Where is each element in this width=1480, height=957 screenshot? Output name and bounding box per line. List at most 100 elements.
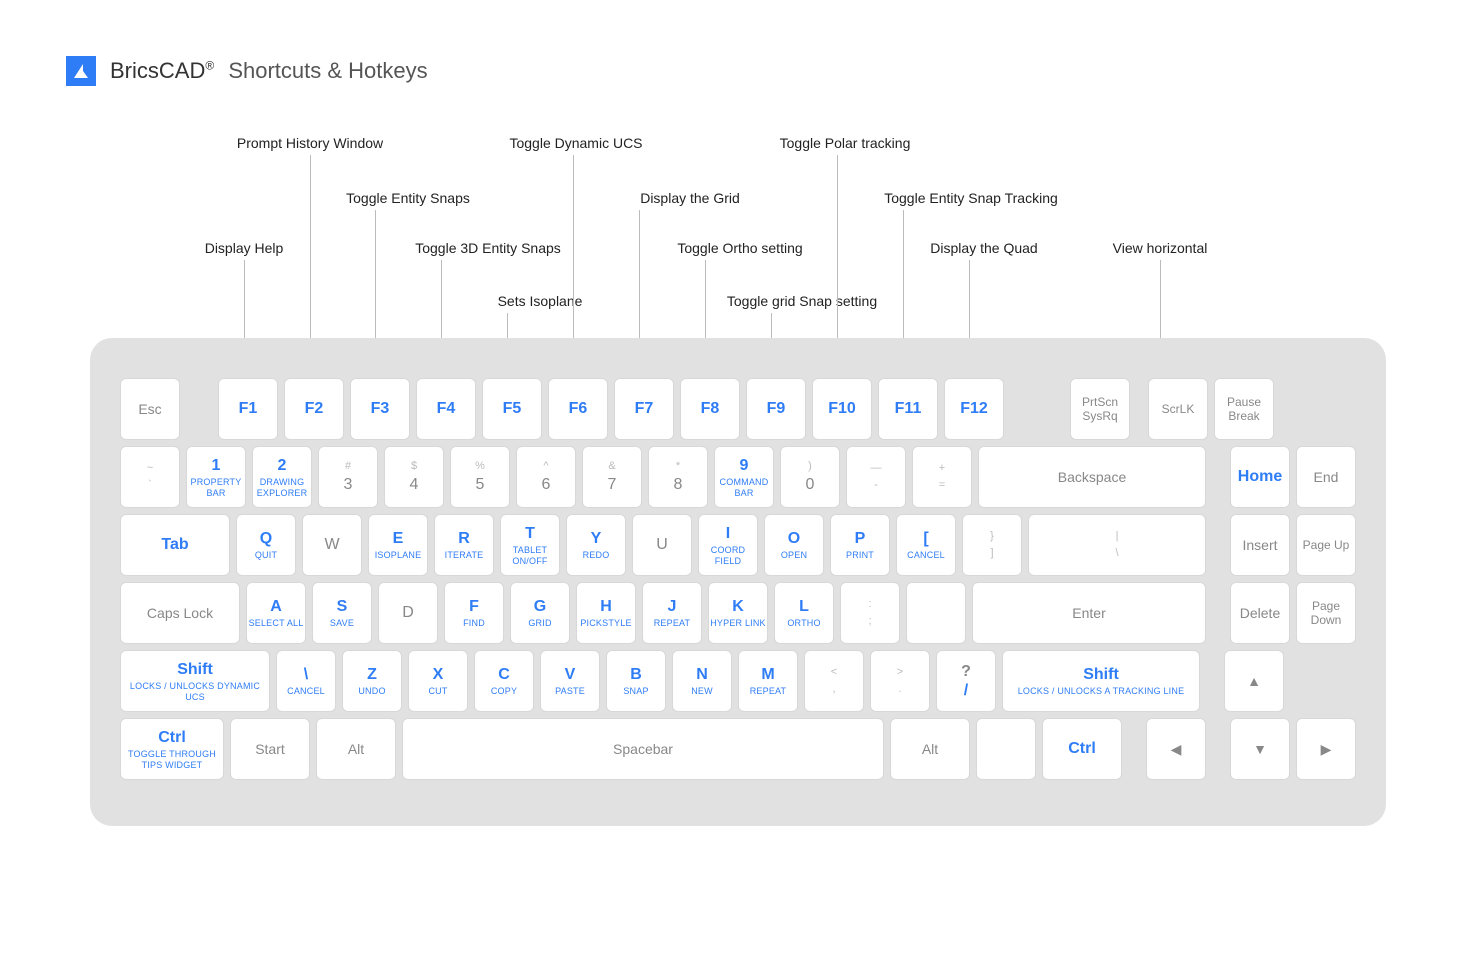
key-comma[interactable]: <,: [804, 650, 864, 712]
key-f7[interactable]: F7: [614, 378, 674, 440]
key-semicolon[interactable]: :;: [840, 582, 900, 644]
key-b[interactable]: BSNAP: [606, 650, 666, 712]
key-2[interactable]: 2DRAWING EXPLORER: [252, 446, 312, 508]
key-l[interactable]: LORTHO: [774, 582, 834, 644]
key-ctrl-left[interactable]: CtrlTOGGLE THROUGH TIPS WIDGET: [120, 718, 224, 780]
key-tab[interactable]: Tab: [120, 514, 230, 576]
key-pause[interactable]: PauseBreak: [1214, 378, 1274, 440]
key-f1[interactable]: F1: [218, 378, 278, 440]
key-x[interactable]: XCUT: [408, 650, 468, 712]
key-enter[interactable]: Enter: [972, 582, 1206, 644]
key-shift-right[interactable]: ShiftLOCKS / UNLOCKS A TRACKING LINE: [1002, 650, 1200, 712]
key-pgup[interactable]: Page Up: [1296, 514, 1356, 576]
key-minus[interactable]: —-: [846, 446, 906, 508]
key-f5[interactable]: F5: [482, 378, 542, 440]
key-menu[interactable]: [976, 718, 1036, 780]
key-d[interactable]: D: [378, 582, 438, 644]
key-insert[interactable]: Insert: [1230, 514, 1290, 576]
key-start[interactable]: Start: [230, 718, 310, 780]
key-0[interactable]: )0: [780, 446, 840, 508]
key-backslash[interactable]: |\: [1028, 514, 1206, 576]
key-iso-backslash[interactable]: \CANCEL: [276, 650, 336, 712]
arrow-right-icon: ▶: [1321, 741, 1332, 758]
key-4[interactable]: $4: [384, 446, 444, 508]
key-o[interactable]: OOPEN: [764, 514, 824, 576]
key-spacebar[interactable]: Spacebar: [402, 718, 884, 780]
key-7[interactable]: &7: [582, 446, 642, 508]
arrow-up-icon: ▲: [1247, 673, 1261, 690]
key-arrow-down[interactable]: ▼: [1230, 718, 1290, 780]
callout-f2: Prompt History Window: [237, 135, 383, 151]
callout-f1: Display Help: [205, 240, 284, 256]
page-subtitle: Shortcuts & Hotkeys: [228, 58, 427, 83]
key-bracket-right[interactable]: }]: [962, 514, 1022, 576]
key-f3[interactable]: F3: [350, 378, 410, 440]
key-f6[interactable]: F6: [548, 378, 608, 440]
key-s[interactable]: SSAVE: [312, 582, 372, 644]
callout-home: View horizontal: [1113, 240, 1208, 256]
key-ctrl-right[interactable]: Ctrl: [1042, 718, 1122, 780]
key-f2[interactable]: F2: [284, 378, 344, 440]
key-u[interactable]: U: [632, 514, 692, 576]
key-a[interactable]: ASELECT ALL: [246, 582, 306, 644]
key-arrow-left[interactable]: ◀: [1146, 718, 1206, 780]
key-m[interactable]: MREPEAT: [738, 650, 798, 712]
key-equal[interactable]: +=: [912, 446, 972, 508]
row-shift: ShiftLOCKS / UNLOCKS DYNAMIC UCS \CANCEL…: [120, 650, 1356, 712]
page-header: BricsCAD® Shortcuts & Hotkeys: [66, 56, 428, 86]
key-esc[interactable]: Esc: [120, 378, 180, 440]
key-k[interactable]: KHYPER LINK: [708, 582, 768, 644]
key-end[interactable]: End: [1296, 446, 1356, 508]
key-scrlk[interactable]: ScrLK: [1148, 378, 1208, 440]
key-n[interactable]: NNEW: [672, 650, 732, 712]
key-8[interactable]: *8: [648, 446, 708, 508]
callout-f8: Toggle Ortho setting: [677, 240, 802, 256]
key-tilde[interactable]: ~`: [120, 446, 180, 508]
key-backspace[interactable]: Backspace: [978, 446, 1206, 508]
key-delete[interactable]: Delete: [1230, 582, 1290, 644]
key-alt-left[interactable]: Alt: [316, 718, 396, 780]
key-5[interactable]: %5: [450, 446, 510, 508]
key-w[interactable]: W: [302, 514, 362, 576]
key-c[interactable]: CCOPY: [474, 650, 534, 712]
key-prtscn[interactable]: PrtScnSysRq: [1070, 378, 1130, 440]
key-z[interactable]: ZUNDO: [342, 650, 402, 712]
key-g[interactable]: GGRID: [510, 582, 570, 644]
key-1[interactable]: 1PROPERTY BAR: [186, 446, 246, 508]
key-y[interactable]: YREDO: [566, 514, 626, 576]
key-6[interactable]: ^6: [516, 446, 576, 508]
callout-f9: Toggle grid Snap setting: [727, 293, 877, 309]
key-home[interactable]: Home: [1230, 446, 1290, 508]
key-i[interactable]: ICOORD FIELD: [698, 514, 758, 576]
key-f4[interactable]: F4: [416, 378, 476, 440]
key-t[interactable]: TTABLET ON/OFF: [500, 514, 560, 576]
key-f11[interactable]: F11: [878, 378, 938, 440]
key-3[interactable]: #3: [318, 446, 378, 508]
key-v[interactable]: VPASTE: [540, 650, 600, 712]
key-r[interactable]: RITERATE: [434, 514, 494, 576]
key-j[interactable]: JREPEAT: [642, 582, 702, 644]
key-arrow-up[interactable]: ▲: [1224, 650, 1284, 712]
key-period[interactable]: >.: [870, 650, 930, 712]
key-slash[interactable]: ?/: [936, 650, 996, 712]
row-home: Caps Lock ASELECT ALL SSAVE D FFIND GGRI…: [120, 582, 1356, 644]
key-f8[interactable]: F8: [680, 378, 740, 440]
key-9[interactable]: 9COMMAND BAR: [714, 446, 774, 508]
key-pgdn[interactable]: Page Down: [1296, 582, 1356, 644]
registered-mark: ®: [205, 59, 214, 73]
key-shift-left[interactable]: ShiftLOCKS / UNLOCKS DYNAMIC UCS: [120, 650, 270, 712]
callout-f12: Display the Quad: [930, 240, 1037, 256]
key-arrow-right[interactable]: ▶: [1296, 718, 1356, 780]
key-e[interactable]: EISOPLANE: [368, 514, 428, 576]
key-p[interactable]: PPRINT: [830, 514, 890, 576]
key-f9[interactable]: F9: [746, 378, 806, 440]
key-capslock[interactable]: Caps Lock: [120, 582, 240, 644]
key-h[interactable]: HPICKSTYLE: [576, 582, 636, 644]
key-quote[interactable]: [906, 582, 966, 644]
key-f12[interactable]: F12: [944, 378, 1004, 440]
key-bracket-left[interactable]: [CANCEL: [896, 514, 956, 576]
key-alt-right[interactable]: Alt: [890, 718, 970, 780]
key-f10[interactable]: F10: [812, 378, 872, 440]
key-f[interactable]: FFIND: [444, 582, 504, 644]
key-q[interactable]: QQUIT: [236, 514, 296, 576]
